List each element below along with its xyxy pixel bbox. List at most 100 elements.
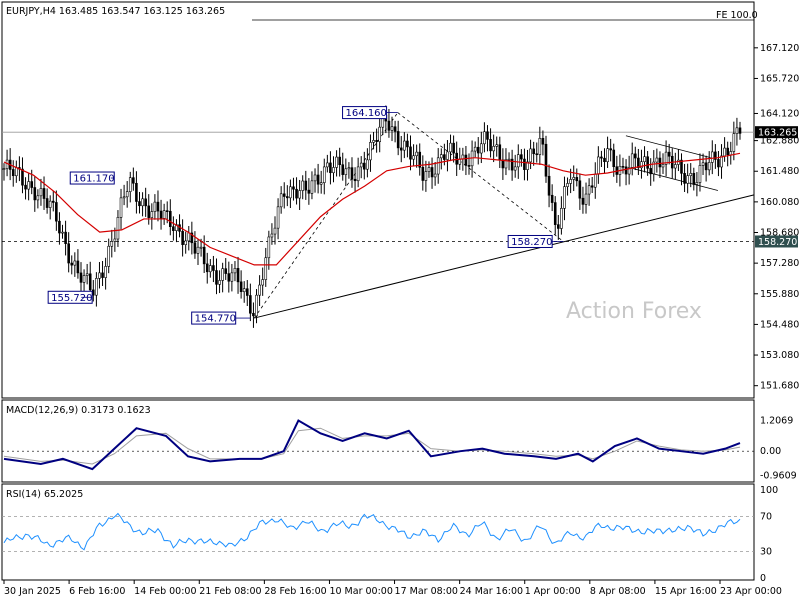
symbol-label: EURJPY,H4 163.485 163.547 163.125 163.26…: [6, 6, 225, 17]
price-tick-label: 157.280: [760, 258, 799, 269]
candle-body: [128, 177, 132, 192]
candle-body: [572, 177, 576, 180]
candle-body: [643, 156, 646, 162]
candle-body: [233, 268, 237, 274]
candle-body: [107, 245, 111, 267]
candle-body: [658, 157, 662, 168]
candle-body: [307, 189, 311, 194]
time-tick-label: 30 Jan 2025: [4, 586, 61, 597]
candle-body: [406, 140, 409, 148]
eurjpy-chart: EURJPY,H4 163.485 163.547 163.125 163.26…: [1, 1, 799, 597]
candle-body: [427, 167, 431, 172]
candle-body: [375, 140, 378, 142]
candle-body: [138, 201, 141, 207]
candle-body: [279, 193, 283, 208]
candle-body: [2, 168, 6, 170]
candle-body: [516, 154, 520, 168]
time-tick-label: 8 Apr 08:00: [590, 586, 646, 597]
candle-body: [560, 208, 563, 229]
time-tick-label: 17 Mar 08:00: [395, 586, 458, 597]
candle-body: [135, 182, 138, 202]
candle-body: [464, 154, 468, 166]
candle-body: [242, 288, 246, 293]
candle-body: [399, 147, 403, 151]
candle-body: [557, 224, 560, 229]
candle-body: [538, 138, 542, 155]
price-tick-label: 164.120: [760, 108, 799, 119]
price-tick-label: 167.120: [760, 43, 799, 54]
candle-body: [104, 266, 107, 278]
candle-body: [624, 166, 628, 175]
candle-body: [11, 169, 15, 177]
candle-body: [476, 146, 480, 154]
candle-body: [544, 143, 548, 177]
candle-body: [230, 272, 234, 282]
candle-body: [276, 206, 280, 229]
price-tick-label: 153.080: [760, 350, 799, 361]
candle-body: [313, 174, 317, 182]
candle-body: [76, 260, 80, 274]
candle-body: [329, 162, 332, 174]
candle-body: [600, 156, 603, 159]
annotation-label: 155.720: [51, 293, 92, 304]
macd-tick-label: 1.2069: [760, 415, 793, 426]
candle-body: [165, 210, 169, 212]
candle-body: [132, 177, 135, 184]
candle-body: [141, 198, 144, 207]
candle-body: [692, 173, 696, 185]
candle-body: [704, 162, 708, 171]
candle-body: [593, 173, 597, 188]
candle-body: [301, 180, 305, 191]
candle-body: [655, 157, 659, 163]
candle-body: [273, 227, 277, 235]
candle-body: [467, 165, 471, 167]
candle-body: [421, 166, 425, 181]
price-tick-label: 154.480: [760, 319, 799, 330]
candle-body: [73, 260, 77, 266]
candle-body: [439, 154, 443, 159]
candle-body: [738, 127, 742, 134]
candle-body: [372, 140, 375, 143]
candle-body: [98, 272, 101, 279]
candle-body: [249, 295, 252, 314]
candle-body: [581, 197, 585, 205]
candle-body: [356, 166, 360, 182]
candle-body: [433, 173, 437, 178]
annotation-label: 164.160: [346, 108, 387, 119]
candle-body: [735, 127, 739, 134]
candle-body: [492, 146, 495, 152]
candle-body: [168, 210, 172, 227]
candle-body: [88, 273, 92, 291]
candle-body: [621, 166, 625, 168]
candle-body: [590, 185, 594, 188]
candle-body: [147, 205, 151, 218]
candle-body: [483, 131, 486, 145]
candle-body: [36, 195, 40, 201]
time-tick-label: 28 Feb 16:00: [264, 586, 326, 597]
candle-body: [125, 191, 129, 198]
candle-body: [578, 180, 582, 199]
candle-body: [310, 180, 314, 194]
candle-body: [403, 140, 406, 151]
candle-body: [547, 175, 551, 196]
candle-body: [501, 159, 505, 169]
candle-body: [677, 159, 680, 165]
candle-body: [378, 126, 381, 142]
candle-body: [393, 126, 397, 132]
candle-body: [193, 242, 197, 254]
candle-body: [698, 165, 702, 183]
candle-body: [224, 268, 228, 274]
candle-body: [172, 226, 175, 231]
candle-body: [212, 265, 215, 271]
candle-body: [498, 144, 502, 161]
candle-body: [369, 142, 372, 161]
support-price-tag: 158.270: [758, 237, 797, 248]
candle-body: [316, 174, 320, 185]
candle-body: [85, 273, 89, 276]
candle-body: [646, 156, 649, 169]
candle-body: [566, 183, 569, 187]
candle-body: [729, 151, 733, 156]
candle-body: [209, 265, 212, 273]
candle-body: [33, 187, 37, 201]
candle-body: [486, 131, 489, 140]
